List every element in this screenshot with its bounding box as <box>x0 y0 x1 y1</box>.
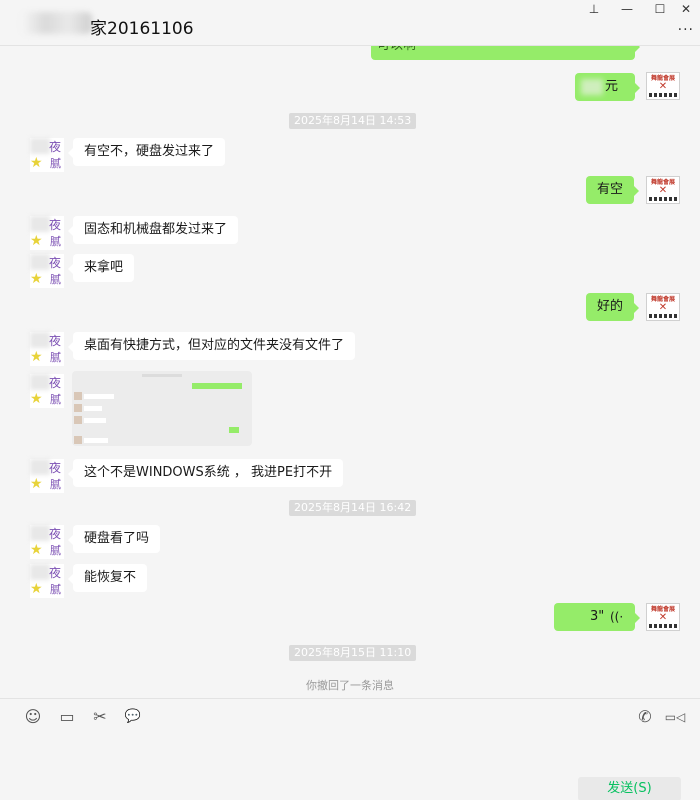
pin-icon[interactable]: ⊥ <box>584 2 604 16</box>
send-button[interactable]: 发送(S) <box>578 777 681 800</box>
message-contact[interactable]: 能恢复不 <box>67 564 148 592</box>
message-contact[interactable]: 桌面有快捷方式，但对应的文件夹没有文件了 <box>67 332 356 360</box>
timestamp: 2025年8月15日 11:10 <box>289 645 417 661</box>
avatar-contact[interactable]: 夜 腻 ★ <box>30 138 64 172</box>
avatar-self[interactable]: 舞龍會展 ✕ <box>646 72 680 100</box>
timestamp: 2025年8月14日 16:42 <box>289 500 417 516</box>
message-contact[interactable]: 固态和机械盘都发过来了 <box>67 216 239 244</box>
message-self-money[interactable]: 元 <box>575 73 640 101</box>
avatar-contact[interactable]: 夜 腻 ★ <box>30 374 64 408</box>
video-call-icon[interactable]: ▭◁ <box>662 707 688 727</box>
avatar-contact[interactable]: 夜 腻 ★ <box>30 254 64 288</box>
title-bar: 家20161106 ⊥ — ☐ ✕ ··· <box>0 0 700 46</box>
voice-wave-icon: ((· <box>610 610 624 624</box>
input-area[interactable]: ☺ ▭ ✂ 💬 ✆ ▭◁ 发送(S) <box>0 698 700 800</box>
scissors-icon[interactable]: ✂ <box>89 707 111 727</box>
recall-notice: 你撤回了一条消息 <box>306 679 394 692</box>
chat-title: 家20161106 <box>90 19 194 39</box>
close-button[interactable]: ✕ <box>676 2 696 16</box>
title-blur <box>22 12 92 34</box>
avatar-contact[interactable]: 夜 腻 ★ <box>30 564 64 598</box>
avatar-contact[interactable]: 夜 腻 ★ <box>30 332 64 366</box>
avatar-self[interactable]: 舞龍會展 ✕ <box>646 603 680 631</box>
chat-history[interactable]: 可以啊 元 舞龍會展 ✕ 2025年8月14日 14:53 夜 腻 ★ 有空不，… <box>0 46 700 698</box>
emoji-icon[interactable]: ☺ <box>22 707 44 727</box>
minimize-button[interactable]: — <box>617 2 637 16</box>
message-self-partial[interactable]: 可以啊 <box>371 46 640 60</box>
message-contact[interactable]: 有空不，硬盘发过来了 <box>67 138 226 166</box>
folder-icon[interactable]: ▭ <box>56 707 78 727</box>
voice-message[interactable]: 3" ((· <box>554 603 640 631</box>
phone-icon[interactable]: ✆ <box>634 707 656 727</box>
maximize-button[interactable]: ☐ <box>650 2 670 16</box>
chat-history-icon[interactable]: 💬 <box>122 707 144 727</box>
image-message-screenshot[interactable] <box>72 371 252 446</box>
message-self[interactable]: 有空 <box>586 176 640 204</box>
message-contact[interactable]: 硬盘看了吗 <box>67 525 161 553</box>
avatar-contact[interactable]: 夜 腻 ★ <box>30 459 64 493</box>
blurred-amount <box>581 79 603 95</box>
avatar-self[interactable]: 舞龍會展 ✕ <box>646 176 680 204</box>
message-self[interactable]: 好的 <box>586 293 640 321</box>
timestamp: 2025年8月14日 14:53 <box>289 113 417 129</box>
message-contact[interactable]: 这个不是WINDOWS系统 ， 我进PE打不开 <box>67 459 344 487</box>
message-contact[interactable]: 来拿吧 <box>67 254 135 282</box>
avatar-contact[interactable]: 夜 腻 ★ <box>30 216 64 250</box>
more-options-button[interactable]: ··· <box>678 22 694 38</box>
avatar-self[interactable]: 舞龍會展 ✕ <box>646 293 680 321</box>
avatar-contact[interactable]: 夜 腻 ★ <box>30 525 64 559</box>
